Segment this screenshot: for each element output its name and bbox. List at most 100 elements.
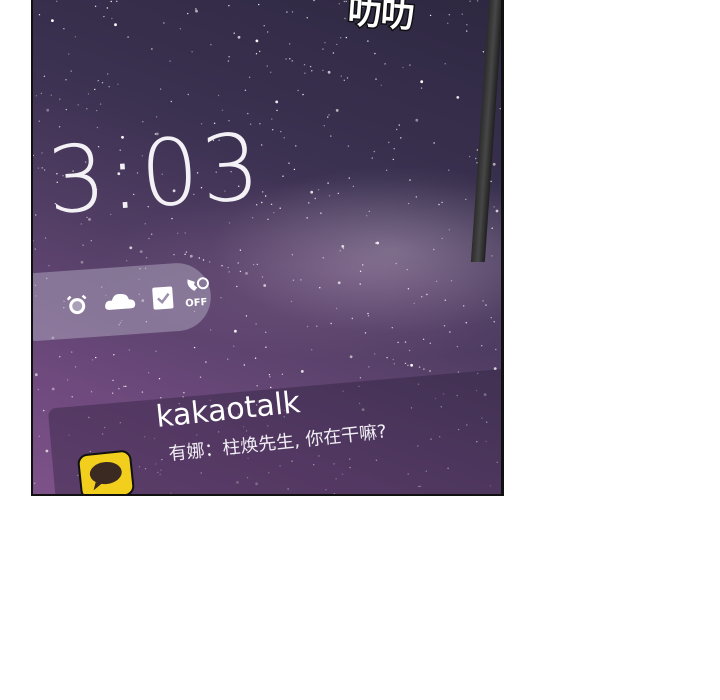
- star: [185, 251, 188, 253]
- star: [202, 259, 205, 261]
- star: [217, 94, 220, 97]
- star: [34, 248, 36, 250]
- star: [482, 300, 484, 302]
- star: [289, 58, 291, 60]
- star: [59, 356, 61, 358]
- star: [106, 7, 109, 9]
- star: [123, 385, 125, 388]
- star: [209, 261, 211, 263]
- star: [499, 108, 501, 110]
- star: [448, 229, 450, 231]
- star: [492, 162, 496, 166]
- star: [469, 0, 471, 2]
- star: [441, 201, 443, 204]
- star: [33, 240, 34, 242]
- star: [348, 177, 350, 179]
- star: [396, 128, 398, 131]
- star: [337, 281, 341, 285]
- star: [402, 66, 404, 69]
- star: [177, 232, 179, 234]
- star: [322, 48, 324, 50]
- star: [386, 357, 388, 359]
- star: [74, 366, 77, 368]
- star: [187, 93, 189, 96]
- star: [90, 240, 92, 242]
- star: [433, 142, 435, 144]
- star: [96, 109, 98, 112]
- star: [99, 103, 102, 105]
- star: [281, 373, 284, 375]
- star: [393, 363, 395, 365]
- star: [291, 60, 293, 62]
- star: [269, 376, 271, 378]
- star: [43, 409, 45, 412]
- kakaotalk-icon[interactable]: [76, 449, 136, 494]
- star: [41, 167, 43, 169]
- star: [324, 42, 326, 44]
- star: [338, 3, 340, 5]
- star: [187, 12, 189, 15]
- star: [111, 392, 114, 394]
- call-off-icon: OFF: [183, 274, 220, 316]
- star: [291, 11, 294, 13]
- star: [304, 72, 306, 74]
- star: [368, 366, 370, 368]
- star: [418, 366, 421, 368]
- star: [239, 249, 242, 251]
- star: [265, 346, 267, 348]
- star: [183, 392, 185, 394]
- star: [148, 237, 150, 240]
- star: [255, 53, 258, 55]
- star: [91, 359, 94, 361]
- star: [282, 175, 284, 177]
- star: [322, 257, 324, 259]
- star: [155, 350, 157, 352]
- star: [271, 118, 273, 120]
- star: [468, 155, 471, 158]
- star: [429, 14, 432, 17]
- star: [248, 76, 251, 79]
- star: [227, 358, 229, 360]
- star: [306, 217, 308, 219]
- star: [397, 341, 399, 344]
- star: [184, 253, 186, 255]
- star: [108, 86, 110, 88]
- star: [465, 198, 467, 201]
- star: [283, 137, 285, 139]
- star: [314, 197, 316, 200]
- star: [423, 368, 425, 370]
- star: [359, 283, 361, 285]
- star: [313, 0, 315, 2]
- star: [237, 262, 239, 264]
- star: [267, 31, 269, 33]
- star: [280, 130, 282, 133]
- star: [173, 254, 175, 256]
- star: [170, 100, 172, 103]
- star: [227, 266, 229, 269]
- star: [210, 44, 212, 46]
- star: [493, 206, 495, 208]
- star: [444, 299, 446, 301]
- star: [306, 325, 309, 328]
- star: [35, 214, 37, 216]
- star: [352, 185, 355, 188]
- star: [482, 51, 485, 53]
- star: [367, 40, 369, 42]
- star: [380, 84, 382, 87]
- star: [433, 248, 435, 251]
- star: [128, 349, 131, 351]
- star: [420, 80, 424, 84]
- star: [309, 65, 312, 68]
- star: [303, 63, 306, 66]
- star: [80, 260, 84, 264]
- star: [408, 349, 411, 352]
- star: [63, 28, 65, 30]
- star: [404, 362, 407, 365]
- star: [415, 196, 417, 198]
- star: [491, 255, 493, 257]
- star: [373, 150, 375, 153]
- star: [346, 77, 349, 79]
- star: [70, 70, 72, 72]
- star: [335, 307, 338, 310]
- star: [255, 39, 259, 43]
